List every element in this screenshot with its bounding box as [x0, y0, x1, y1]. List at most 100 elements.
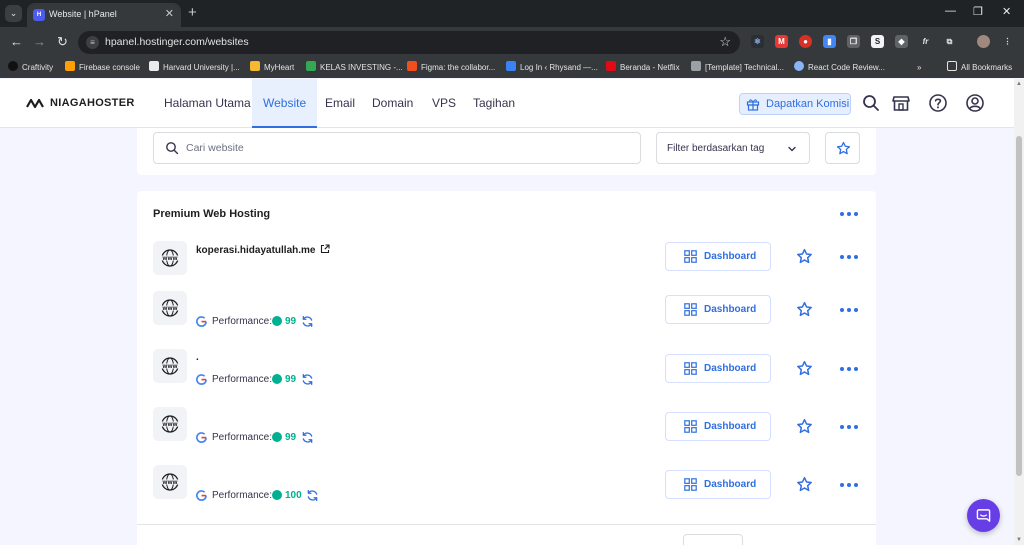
website-row: WWW Performance: 99 Dashboard — [137, 407, 876, 465]
plus-icon[interactable]: + — [188, 4, 197, 21]
website-row: WWW . Performance: 99 Dashboard — [137, 349, 876, 407]
shield-icon[interactable]: ◆ — [895, 35, 908, 48]
external-link-icon[interactable] — [320, 244, 330, 254]
restore-icon[interactable]: ❐ — [973, 5, 983, 18]
website-row: WWW Performance: 100 Dashboard — [137, 465, 876, 523]
nav-vps[interactable]: VPS — [432, 79, 456, 128]
bookmark-label: Firebase console — [79, 63, 140, 72]
bookmark-item[interactable]: Figma: the collabor... — [407, 61, 495, 75]
performance-label: Performance: — [212, 374, 273, 385]
profile-avatar[interactable] — [977, 35, 990, 48]
bookmark-item[interactable]: React Code Review... — [794, 61, 885, 75]
reload-icon[interactable]: ↻ — [57, 34, 68, 50]
kebab-menu-icon[interactable]: ⋮ — [1001, 35, 1014, 48]
dashboard-button[interactable]: Dashboard — [665, 242, 771, 271]
extension-m-icon[interactable]: M — [775, 35, 788, 48]
store-icon[interactable] — [891, 93, 911, 113]
extension-s-icon[interactable]: S — [871, 35, 884, 48]
nav-website[interactable]: Website — [252, 79, 318, 128]
more-options-icon[interactable] — [837, 480, 861, 490]
dashboard-button[interactable]: Dashboard — [665, 354, 771, 383]
minimize-icon[interactable]: — — [945, 5, 956, 17]
refresh-icon[interactable] — [301, 431, 314, 444]
folder-icon — [947, 61, 957, 71]
all-bookmarks-label: All Bookmarks — [961, 63, 1013, 72]
nav-domain[interactable]: Domain — [372, 79, 413, 128]
extension-doc-icon[interactable]: ▮ — [823, 35, 836, 48]
svg-text:WWW: WWW — [162, 480, 177, 486]
site-info-icon[interactable]: ≡ — [86, 36, 99, 49]
scroll-down-icon[interactable]: ▼ — [1016, 537, 1022, 543]
card-divider — [137, 524, 876, 525]
chevron-down-icon — [788, 146, 796, 152]
star-icon[interactable] — [796, 248, 813, 265]
bookmark-item[interactable]: KELAS INVESTING -... — [306, 61, 403, 75]
more-options-icon[interactable] — [837, 252, 861, 262]
pagination-select[interactable] — [683, 534, 743, 545]
refresh-icon[interactable] — [301, 373, 314, 386]
bookmark-item[interactable]: MyHeart — [250, 61, 294, 75]
puzzle-icon[interactable]: ⧉ — [943, 35, 956, 48]
back-arrow-icon[interactable]: ← — [10, 34, 23, 50]
live-chat-button[interactable] — [967, 499, 1000, 532]
score-indicator — [272, 316, 282, 326]
all-bookmarks-button[interactable]: All Bookmarks — [947, 61, 1012, 75]
page-scrollbar[interactable]: ▲ ▼ — [1014, 79, 1024, 545]
refresh-icon[interactable] — [301, 315, 314, 328]
bookmark-item[interactable]: Craftivity — [8, 61, 53, 75]
star-icon[interactable] — [796, 301, 813, 318]
forward-arrow-icon[interactable]: → — [33, 34, 46, 50]
bookmark-star-icon[interactable]: ☆ — [719, 34, 731, 50]
refresh-icon[interactable] — [306, 489, 319, 502]
dashboard-button[interactable]: Dashboard — [665, 412, 771, 441]
extension-red-icon[interactable]: ● — [799, 35, 812, 48]
account-icon[interactable] — [965, 93, 985, 113]
more-options-icon[interactable] — [837, 305, 861, 315]
address-bar[interactable]: ≡ hpanel.hostinger.com/websites ☆ — [78, 31, 740, 54]
bookmark-item[interactable]: Log In ‹ Rhysand —... — [506, 61, 598, 75]
close-tab-icon[interactable]: ✕ — [165, 7, 174, 20]
commission-button[interactable]: Dapatkan Komisi — [739, 93, 851, 115]
nav-tagihan[interactable]: Tagihan — [473, 79, 515, 128]
more-options-icon[interactable] — [837, 209, 861, 219]
bookmark-label: React Code Review... — [808, 63, 885, 72]
tag-filter-select[interactable]: Filter berdasarkan tag — [656, 132, 810, 164]
www-globe-icon: WWW — [161, 249, 179, 267]
tag-filter-label: Filter berdasarkan tag — [667, 143, 765, 154]
bookmark-item[interactable]: Firebase console — [65, 61, 140, 75]
scroll-up-icon[interactable]: ▲ — [1016, 81, 1022, 87]
performance-value: 99 — [285, 316, 297, 327]
close-window-icon[interactable]: ✕ — [1002, 5, 1011, 18]
bookmark-item[interactable]: Beranda - Netflix — [606, 61, 680, 75]
dashboard-button[interactable]: Dashboard — [665, 295, 771, 324]
more-options-icon[interactable] — [837, 364, 861, 374]
dashboard-label: Dashboard — [704, 304, 757, 315]
domain-name[interactable]: koperasi.hidayatullah.me — [196, 244, 330, 256]
website-search-box[interactable] — [153, 132, 641, 164]
premium-hosting-card: Premium Web Hosting WWW koperasi.hidayat… — [137, 191, 876, 545]
star-icon[interactable] — [796, 476, 813, 493]
extension-copy-icon[interactable]: ❐ — [847, 35, 860, 48]
performance-label: Performance: — [212, 490, 273, 501]
website-search-input[interactable] — [186, 138, 626, 158]
bookmarks-overflow-icon[interactable]: » — [917, 61, 921, 75]
performance-label: Performance: — [212, 316, 273, 327]
react-devtools-icon[interactable]: ⚛ — [751, 35, 764, 48]
star-icon[interactable] — [796, 418, 813, 435]
search-icon[interactable] — [861, 93, 881, 113]
bookmark-item[interactable]: Harvard University |... — [149, 61, 240, 75]
tab-search-button[interactable]: ⌄ — [5, 5, 22, 22]
star-icon[interactable] — [796, 360, 813, 377]
scroll-thumb[interactable] — [1016, 136, 1022, 476]
favorites-filter-button[interactable] — [825, 132, 860, 164]
nav-email[interactable]: Email — [325, 79, 355, 128]
help-icon[interactable] — [928, 93, 948, 113]
nav-halaman-utama[interactable]: Halaman Utama — [164, 79, 251, 128]
domain-name[interactable]: . — [196, 352, 199, 363]
browser-tab[interactable]: H Website | hPanel ✕ — [27, 3, 181, 27]
dashboard-button[interactable]: Dashboard — [665, 470, 771, 499]
www-globe-icon: WWW — [161, 299, 179, 317]
bookmark-item[interactable]: [Template] Technical... — [691, 61, 784, 75]
extension-fx-icon[interactable]: fr — [919, 35, 932, 48]
more-options-icon[interactable] — [837, 422, 861, 432]
